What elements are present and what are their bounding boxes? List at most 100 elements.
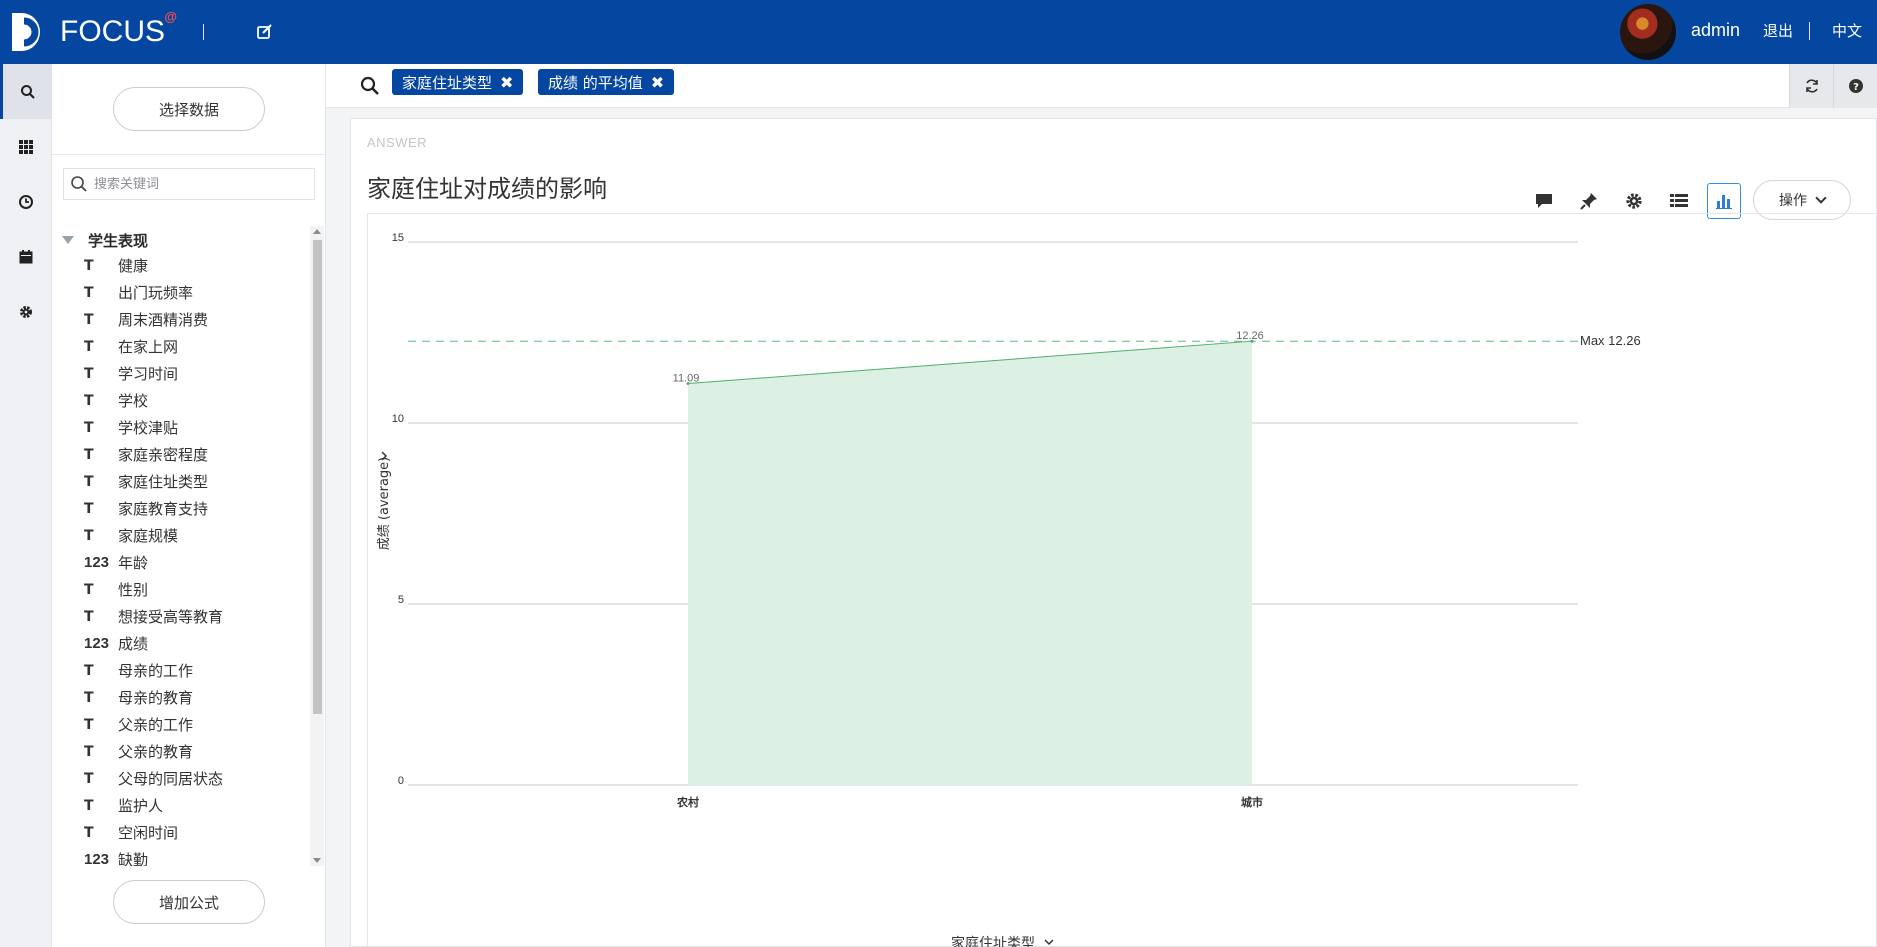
rail-settings[interactable] [0, 284, 52, 339]
top-header: FOCUS @ admin 退出 中文 [0, 0, 1877, 64]
rail-history[interactable] [0, 174, 52, 229]
keyword-search-input[interactable] [94, 176, 304, 192]
field-label: 想接受高等教育 [118, 608, 224, 626]
text-type-icon: T [84, 824, 94, 841]
nav-rail [0, 64, 52, 947]
logo[interactable]: FOCUS @ [10, 8, 177, 56]
field-item[interactable]: T 母亲的教育 [84, 684, 193, 711]
field-item[interactable]: T 母亲的工作 [84, 657, 193, 684]
field-item[interactable]: T 监护人 [84, 792, 163, 819]
text-type-icon: T [84, 581, 94, 598]
field-label: 在家上网 [118, 338, 179, 356]
header-divider-2 [1809, 22, 1810, 40]
field-item[interactable]: T 父亲的教育 [84, 738, 193, 765]
language-switch[interactable]: 中文 [1832, 20, 1862, 41]
numeric-type-icon: 123 [84, 554, 110, 571]
field-item[interactable]: T 家庭规模 [84, 522, 178, 549]
field-item[interactable]: T 出门玩频率 [84, 279, 193, 306]
field-label: 健康 [118, 257, 149, 275]
field-item[interactable]: T 周末酒精消费 [84, 306, 208, 333]
field-label: 成绩 [118, 635, 149, 653]
tree-group-student-performance[interactable]: 学生表现 [62, 229, 148, 251]
y-tick-label: 0 [398, 775, 404, 787]
field-item[interactable]: T 父母的同居状态 [84, 765, 223, 792]
header-divider [203, 24, 204, 40]
bar-chart-icon [1716, 195, 1732, 209]
query-token[interactable]: 成绩 的平均值 ✖ [538, 69, 675, 95]
field-item[interactable]: T 想接受高等教育 [84, 603, 223, 630]
rail-calendar[interactable] [0, 229, 52, 284]
edit-icon[interactable] [254, 21, 276, 43]
svg-text:?: ? [1853, 82, 1859, 93]
settings-gear-icon [20, 305, 32, 318]
rail-apps[interactable] [0, 119, 52, 174]
search-icon [71, 176, 87, 192]
data-panel: 选择数据 学生表现 T健康T出门玩频率T周末酒精消费T在家上网T学习时间T学校T… [52, 64, 326, 947]
text-type-icon: T [84, 662, 94, 679]
field-label: 年龄 [118, 554, 149, 572]
remove-token-icon[interactable]: ✖ [500, 73, 513, 92]
field-item[interactable]: T 家庭住址类型 [84, 468, 208, 495]
text-type-icon: T [84, 257, 94, 274]
history-clock-icon [19, 194, 33, 209]
add-formula-button[interactable]: 增加公式 [113, 880, 265, 924]
comment-icon [1536, 194, 1552, 208]
refresh-button[interactable] [1789, 64, 1833, 108]
field-label: 周末酒精消费 [118, 311, 209, 329]
field-item[interactable]: T 健康 [84, 252, 148, 279]
select-data-button[interactable]: 选择数据 [113, 87, 265, 131]
rail-search[interactable] [0, 64, 52, 119]
field-item[interactable]: T 空闲时间 [84, 819, 178, 846]
field-label: 家庭规模 [118, 527, 179, 545]
apps-grid-icon [19, 139, 33, 154]
field-item[interactable]: T 在家上网 [84, 333, 178, 360]
text-type-icon: T [84, 473, 94, 490]
max-label: Max 12.26 [1580, 333, 1641, 348]
field-label: 父母的同居状态 [118, 770, 224, 788]
area-chart[interactable]: 0 5 10 15 Max 12.26 11.09 农村 12.26 城市家庭住址类型 成绩 (a… [368, 214, 1877, 947]
field-label: 学校 [118, 392, 149, 410]
field-list-scrollbar[interactable] [310, 226, 324, 866]
text-type-icon: T [84, 338, 94, 355]
help-button[interactable]: ? [1833, 64, 1877, 108]
scroll-thumb[interactable] [313, 240, 322, 714]
collapse-caret-icon[interactable] [62, 236, 74, 244]
y-tick-label: 5 [398, 594, 404, 606]
field-item[interactable]: T 学校 [84, 387, 148, 414]
data-label: 11.09 [673, 373, 700, 385]
field-label: 父亲的工作 [118, 716, 194, 734]
field-item[interactable]: 123 年龄 [84, 549, 148, 576]
query-bar: 家庭住址类型 ✖ 成绩 的平均值 ✖ ? [326, 64, 1877, 108]
query-token[interactable]: 家庭住址类型 ✖ [392, 69, 524, 95]
pin-icon [1580, 193, 1597, 210]
remove-token-icon[interactable]: ✖ [651, 73, 664, 92]
user-name[interactable]: admin [1691, 20, 1740, 41]
help-icon: ? [1848, 79, 1863, 93]
tree-group-label: 学生表现 [88, 231, 149, 250]
field-label: 父亲的教育 [118, 743, 194, 761]
scroll-up-arrow-icon[interactable] [313, 229, 321, 234]
scroll-down-arrow-icon[interactable] [313, 858, 321, 863]
settings-gear-icon [1626, 193, 1642, 209]
field-item[interactable]: 123 缺勤 [84, 846, 148, 866]
field-item[interactable]: T 性别 [84, 576, 148, 603]
field-item[interactable]: 123 成绩 [84, 630, 148, 657]
field-item[interactable]: T 父亲的工作 [84, 711, 193, 738]
field-item[interactable]: T 家庭教育支持 [84, 495, 208, 522]
field-item[interactable]: T 家庭亲密程度 [84, 441, 208, 468]
query-token-label: 家庭住址类型 [402, 73, 493, 92]
field-label: 家庭住址类型 [118, 473, 209, 491]
y-tick-label: 10 [392, 413, 404, 425]
avatar[interactable] [1620, 4, 1676, 60]
field-label: 母亲的教育 [118, 689, 194, 707]
field-item[interactable]: T 学习时间 [84, 360, 178, 387]
logout-link[interactable]: 退出 [1763, 20, 1793, 41]
numeric-type-icon: 123 [84, 635, 110, 652]
field-item[interactable]: T 学校津贴 [84, 414, 178, 441]
x-tick-label: 城市 [1241, 795, 1263, 809]
table-view-icon [1670, 194, 1688, 207]
text-type-icon: T [84, 446, 94, 463]
search-icon[interactable] [359, 75, 381, 97]
logo-mark-icon [12, 13, 40, 51]
keyword-search-box [63, 168, 315, 200]
